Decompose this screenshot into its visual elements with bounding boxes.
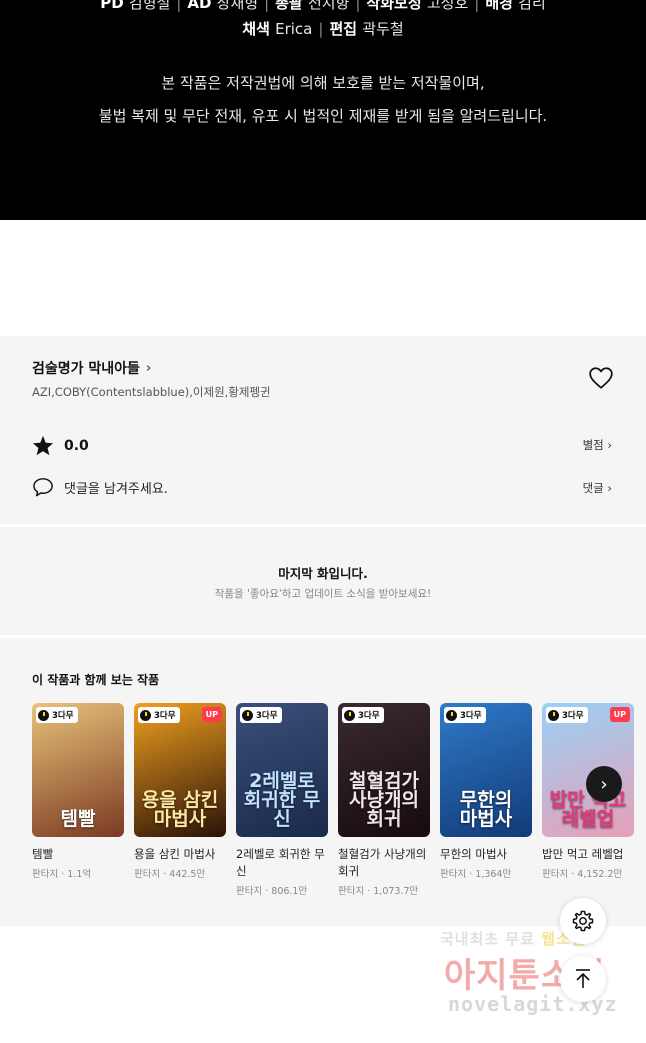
comment-prompt-row[interactable]: 댓글을 남겨주세요.	[32, 477, 168, 497]
wait-free-badge: 3다무	[444, 707, 486, 723]
last-episode-panel: 마지막 화입니다. 작품을 '좋아요'하고 업데이트 소식을 받아보세요!	[0, 527, 646, 635]
clock-icon	[548, 709, 559, 721]
card-meta: 판타지 · 4,152.2만	[542, 869, 623, 880]
credit-role: 편집	[329, 20, 363, 38]
scroll-top-button[interactable]	[560, 956, 606, 1002]
heart-icon[interactable]	[588, 366, 614, 390]
clock-icon	[140, 709, 151, 721]
credits-separator: |	[176, 0, 182, 12]
clock-icon	[446, 709, 457, 721]
card-meta: 판타지 · 1,364만	[440, 869, 512, 880]
copyright-notice-line-1: 본 작품은 저작권법에 의해 보호를 받는 저작물이며,	[161, 74, 485, 92]
copyright-notice-line-2: 불법 복제 및 무단 전재, 유포 시 법적인 제재를 받게 됨을 알려드립니다…	[98, 107, 548, 125]
cover-title-art: 철혈검가 사냥개의 회귀	[349, 770, 419, 830]
credit-role: 채색	[242, 20, 276, 38]
card-title: 밥만 먹고 레벨업	[542, 847, 624, 861]
credit-role: 총괄	[275, 0, 308, 12]
work-info-panel: 검술명가 막내아들 › AZI,COBY(Contentslabblue),이제…	[0, 336, 646, 524]
star-icon	[32, 435, 54, 456]
credit-name: Erica	[275, 20, 313, 38]
credits-banner: PD 김형철 | AD 장재형 | 총괄 전지향 | 작화보정 고성호 | 배경 김리 채색 E…	[0, 0, 646, 220]
work-title-link[interactable]: 검술명가 막내아들 ›	[32, 358, 151, 378]
credit-role: AD	[187, 0, 217, 12]
rating-value: 0.0	[64, 437, 89, 454]
card-meta: 판타지 · 1.1억	[32, 869, 92, 880]
cover-title-art: 무한의 마법사	[459, 789, 513, 830]
up-badge: UP	[609, 707, 630, 722]
chevron-right-icon: ›	[145, 360, 152, 376]
cover-thumbnail: 3다무철혈검가 사냥개의 회귀	[338, 703, 430, 837]
speech-bubble-icon	[33, 478, 53, 497]
cover-thumbnail: 3다무무한의 마법사	[440, 703, 532, 837]
recommendation-card[interactable]: 3다무 템빨 템빨 판타지 · 1.1억	[32, 703, 124, 880]
credits-separator: |	[474, 0, 480, 12]
recommendations-heading: 이 작품과 함께 보는 작품	[32, 673, 160, 687]
wait-free-badge: 3다무	[546, 707, 588, 723]
cover-title-art: 밥만 먹고 레벨업	[549, 789, 627, 830]
card-title: 템빨	[32, 847, 54, 861]
credits-line-1: PD 김형철 | AD 장재형 | 총괄 전지향 | 작화보정 고성호 | 배경 김리	[0, 0, 646, 13]
carousel-next-button[interactable]: ›	[586, 766, 622, 802]
card-meta: 판타지 · 442.5만	[134, 869, 206, 880]
recommendations-panel: 이 작품과 함께 보는 작품 3다무 템빨 템빨 판타지 · 1.1억 3다무 UP 용을 …	[0, 638, 646, 926]
credit-name: 김형철	[128, 0, 171, 12]
credit-name: 김리	[518, 0, 546, 12]
credits-line-2: 채색 Erica | 편집 곽두철	[0, 18, 646, 39]
watermark: 국내최초 무료 웹소설 아지툰소설 novelagit.xyz	[440, 928, 640, 1028]
comment-link[interactable]: 댓글 ›	[583, 480, 612, 496]
cover-title-art: 2레벨로 회귀한 무신	[243, 770, 321, 830]
recommendation-card[interactable]: 3다무 무한의 마법사 무한의 마법사 판타지 · 1,364만	[440, 703, 532, 880]
up-badge: UP	[201, 707, 222, 722]
clock-icon	[242, 709, 253, 721]
clock-icon	[38, 709, 49, 721]
recommendation-card[interactable]: 3다무 철혈검가 사냥개의 회귀 철혈검가 사냥개의 회귀 판타지 · 1,073.7…	[338, 703, 430, 897]
last-episode-subtitle: 작품을 '좋아요'하고 업데이트 소식을 받아보세요!	[214, 588, 432, 600]
wait-free-badge: 3다무	[240, 707, 282, 723]
recommendation-card[interactable]: 3다무 UP 용을 삼킨 마법사 용을 삼킨 마법사 판타지 · 442.5만	[134, 703, 226, 880]
wait-free-badge: 3다무	[36, 707, 78, 723]
credit-name: 장재형	[216, 0, 259, 12]
credits-separator: |	[264, 0, 270, 12]
cover-thumbnail: 3다무 2레벨로 회귀한 무신	[236, 703, 328, 837]
card-meta: 판타지 · 1,073.7만	[338, 886, 419, 897]
card-meta: 판타지 · 806.1만	[236, 886, 308, 897]
cover-title-art: 용을 삼킨 마법사	[141, 789, 219, 830]
card-title: 무한의 마법사	[440, 847, 508, 861]
card-title: 용을 삼킨 마법사	[134, 847, 216, 861]
credits-separator: |	[355, 0, 361, 12]
clock-icon	[344, 709, 355, 721]
arrow-up-icon	[576, 969, 590, 988]
recommendation-card[interactable]: 3다무 2레벨로 회귀한 무신 2레벨로 회귀한 무신판타지 · 806.1만	[236, 703, 328, 897]
comment-prompt: 댓글을 남겨주세요.	[64, 481, 168, 497]
work-authors: AZI,COBY(Contentslabblue),이제원,황제펭귄	[32, 385, 271, 399]
gear-icon	[572, 910, 594, 932]
work-title: 검술명가 막내아들	[32, 361, 140, 377]
wait-free-badge: 3다무	[138, 707, 180, 723]
cover-thumbnail: 3다무 UP 용을 삼킨 마법사	[134, 703, 226, 837]
cover-thumbnail: 3다무 UP 밥만 먹고 레벨업	[542, 703, 634, 837]
settings-button[interactable]	[560, 898, 606, 944]
cover-thumbnail: 3다무템빨	[32, 703, 124, 837]
rating-row: 0.0	[32, 435, 89, 456]
credits-separator: |	[318, 20, 324, 38]
credit-name: 고성호	[426, 0, 469, 12]
cover-title-art: 템빨	[60, 808, 96, 830]
rating-link[interactable]: 별점 ›	[583, 437, 612, 453]
credit-role: 작화보정	[366, 0, 427, 12]
credit-role: 배경	[485, 0, 519, 12]
credit-name: 전지향	[307, 0, 350, 12]
wait-free-badge: 3다무	[342, 707, 384, 723]
last-episode-title: 마지막 화입니다.	[278, 566, 368, 581]
chevron-right-icon: ›	[600, 773, 608, 795]
card-title: 2레벨로 회귀한 무신	[236, 847, 325, 878]
credit-name: 곽두철	[362, 20, 404, 38]
credit-role: PD	[100, 0, 129, 12]
card-title: 철혈검가 사냥개의 회귀	[338, 847, 427, 878]
